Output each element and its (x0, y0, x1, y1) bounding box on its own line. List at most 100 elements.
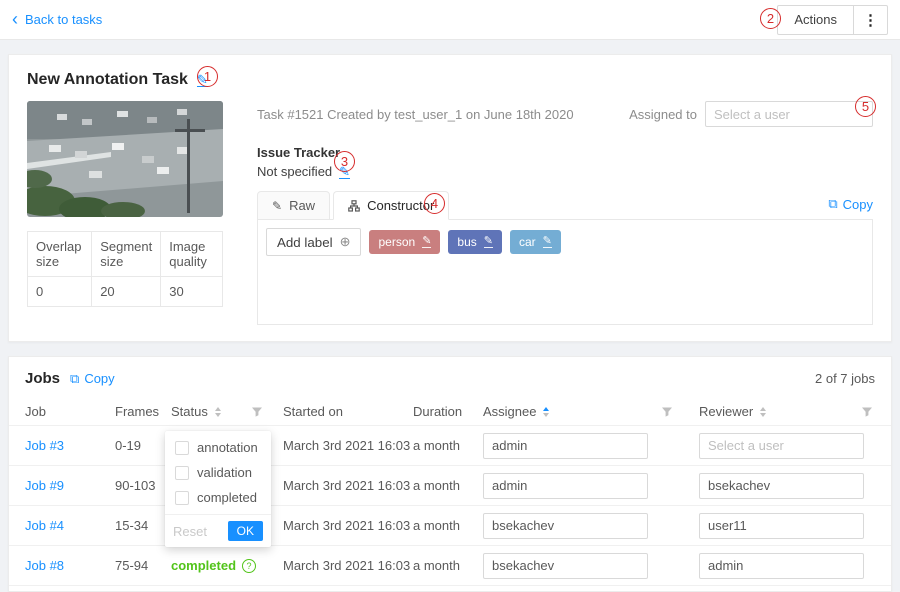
jobs-copy-button[interactable]: ⧉ Copy (70, 371, 115, 387)
jobs-table-header: Job Frames Status Started on Duration As… (9, 398, 891, 426)
param-header-overlap: Overlap size (28, 232, 92, 277)
frames-cell: 15-34 (115, 518, 171, 533)
label-chip-person[interactable]: person ✎ (369, 230, 440, 254)
constructor-block-icon (348, 200, 360, 212)
annotation-marker-1: 1 (197, 66, 218, 87)
job-link[interactable]: Job #3 (25, 438, 115, 453)
status-filter-icon[interactable] (251, 406, 263, 418)
reviewer-filter-icon[interactable] (861, 406, 873, 418)
assignee-input[interactable] (483, 473, 648, 499)
jobs-title: Jobs (25, 370, 60, 387)
checkbox-annotation[interactable] (175, 441, 189, 455)
column-status-label: Status (171, 404, 208, 419)
reviewer-input[interactable] (699, 473, 864, 499)
filter-ok-button[interactable]: OK (228, 521, 263, 541)
filter-option-validation-label: validation (197, 465, 252, 480)
task-assignee-input[interactable] (705, 101, 873, 127)
edit-label-car-icon[interactable]: ✎ (543, 236, 552, 248)
reviewer-input[interactable] (699, 433, 864, 459)
raw-pencil-icon: ✎ (272, 199, 282, 213)
jobs-card: Jobs ⧉ Copy 2 of 7 jobs Job Frames Statu… (8, 356, 892, 592)
column-started: Started on (283, 404, 413, 419)
column-status[interactable]: Status (171, 404, 283, 419)
back-to-tasks-label: Back to tasks (25, 12, 102, 27)
filter-option-annotation-label: annotation (197, 440, 258, 455)
labels-copy-label: Copy (843, 197, 873, 212)
status-sort-icon[interactable] (215, 407, 221, 417)
param-value-segment: 20 (92, 277, 161, 307)
param-header-segment: Segment size (92, 232, 161, 277)
actions-button-label[interactable]: Actions (778, 6, 853, 34)
back-to-tasks-link[interactable]: ‹ Back to tasks (12, 12, 102, 27)
table-row: Job #4 15-34 March 3rd 2021 16:03 a mont… (9, 506, 891, 546)
filter-option-completed-label: completed (197, 490, 257, 505)
column-assignee[interactable]: Assignee (483, 404, 699, 419)
annotation-marker-4: 4 (424, 193, 445, 214)
job-link[interactable]: Job #4 (25, 518, 115, 533)
column-reviewer-label: Reviewer (699, 404, 753, 419)
started-cell: March 3rd 2021 16:03 (283, 518, 413, 533)
issue-tracker-value: Not specified (257, 164, 332, 179)
filter-option-annotation[interactable]: annotation (165, 435, 271, 460)
frames-cell: 75-94 (115, 558, 171, 573)
plus-circle-icon: ⊕ (340, 234, 351, 250)
reviewer-input[interactable] (699, 553, 864, 579)
frames-cell: 90-103 (115, 478, 171, 493)
duration-cell: a month (413, 478, 483, 493)
reviewer-input[interactable] (699, 513, 864, 539)
duration-cell: a month (413, 558, 483, 573)
label-chip-car[interactable]: car ✎ (510, 230, 561, 254)
table-row: Job #8 75-94 completed ? March 3rd 2021 … (9, 546, 891, 586)
assignee-sort-icon[interactable] (543, 407, 549, 417)
param-header-quality: Image quality (161, 232, 223, 277)
param-value-overlap: 0 (28, 277, 92, 307)
task-params-table: Overlap size Segment size Image quality … (27, 231, 223, 307)
filter-reset-button[interactable]: Reset (173, 524, 207, 539)
task-meta-text: Task #1521 Created by test_user_1 on Jun… (257, 107, 574, 122)
task-preview-image (27, 101, 223, 217)
status-cell: completed ? (171, 558, 283, 573)
add-label-button[interactable]: Add label ⊕ (266, 228, 361, 256)
column-frames: Frames (115, 404, 171, 419)
annotation-marker-5: 5 (855, 96, 876, 117)
column-reviewer[interactable]: Reviewer (699, 404, 875, 419)
started-cell: March 3rd 2021 16:03 (283, 558, 413, 573)
column-assignee-label: Assignee (483, 404, 536, 419)
checkbox-validation[interactable] (175, 466, 189, 480)
job-link[interactable]: Job #9 (25, 478, 115, 493)
annotation-marker-3: 3 (334, 151, 355, 172)
label-chip-bus[interactable]: bus ✎ (448, 230, 502, 254)
assigned-to-label: Assigned to (629, 107, 697, 122)
question-circle-icon[interactable]: ? (242, 559, 256, 573)
checkbox-completed[interactable] (175, 491, 189, 505)
jobs-count: 2 of 7 jobs (815, 371, 875, 386)
assignee-input[interactable] (483, 433, 648, 459)
copy-icon: ⧉ (828, 196, 837, 212)
assignee-input[interactable] (483, 553, 648, 579)
column-duration: Duration (413, 404, 483, 419)
labels-constructor-panel: Add label ⊕ person ✎ bus ✎ car ✎ (257, 219, 873, 325)
label-chip-bus-name: bus (457, 235, 476, 249)
label-chip-car-name: car (519, 235, 536, 249)
edit-label-person-icon[interactable]: ✎ (422, 236, 431, 248)
duration-cell: a month (413, 438, 483, 453)
copy-icon: ⧉ (70, 371, 79, 387)
table-row: Job #3 0-19 March 3rd 2021 16:03 a month (9, 426, 891, 466)
edit-label-bus-icon[interactable]: ✎ (484, 236, 493, 248)
add-label-button-label: Add label (277, 235, 333, 250)
table-row: Job #9 90-103 March 3rd 2021 16:03 a mon… (9, 466, 891, 506)
assignee-filter-icon[interactable] (661, 406, 673, 418)
assignee-input[interactable] (483, 513, 648, 539)
reviewer-sort-icon[interactable] (760, 407, 766, 417)
job-link[interactable]: Job #8 (25, 558, 115, 573)
tab-raw-label: Raw (289, 198, 315, 213)
annotation-marker-2: 2 (760, 8, 781, 29)
labels-copy-button[interactable]: ⧉ Copy (828, 196, 873, 219)
filter-option-completed[interactable]: completed (165, 485, 271, 510)
more-actions-icon[interactable]: ⋮ (854, 6, 887, 34)
filter-option-validation[interactable]: validation (165, 460, 271, 485)
status-completed-label: completed (171, 558, 236, 573)
actions-button[interactable]: Actions ⋮ (777, 5, 888, 35)
tab-raw[interactable]: ✎ Raw (257, 191, 330, 220)
started-cell: March 3rd 2021 16:03 (283, 478, 413, 493)
